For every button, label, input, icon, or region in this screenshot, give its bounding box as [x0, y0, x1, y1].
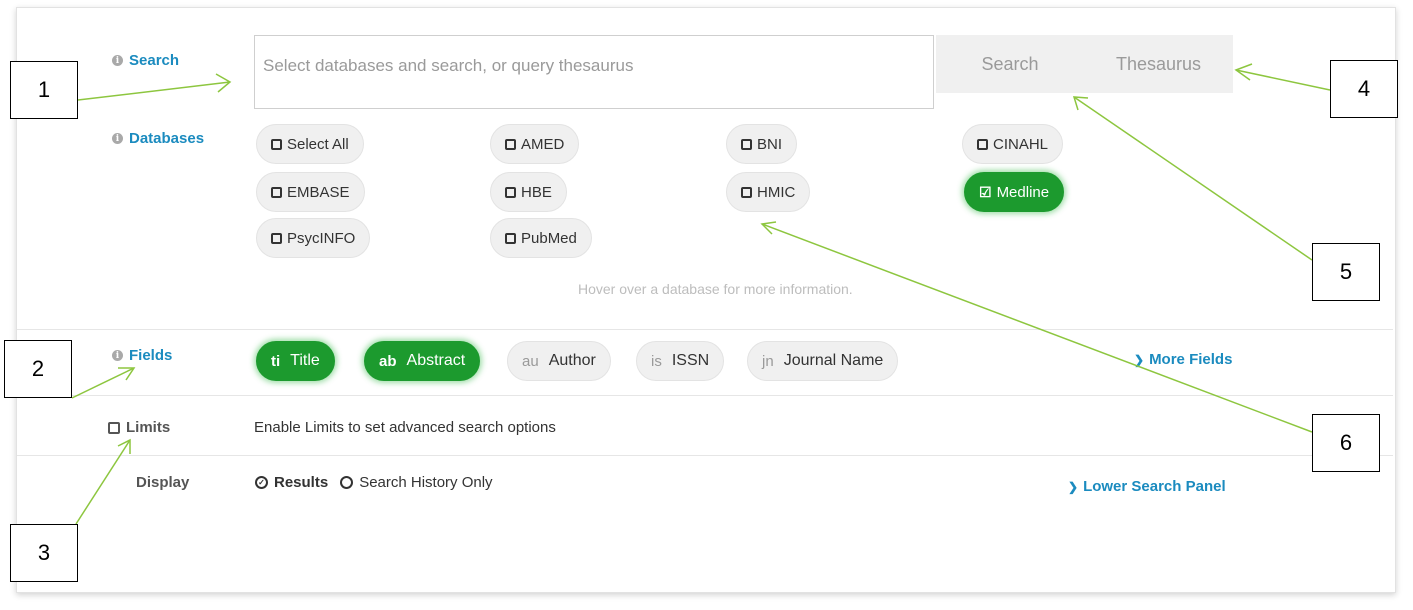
callout-2: 2 — [4, 340, 72, 398]
arrow-4 — [1235, 69, 1331, 91]
callout-1: 1 — [10, 61, 78, 119]
arrow-2 — [71, 367, 135, 399]
callout-3: 3 — [10, 524, 78, 582]
annotation-arrows — [71, 63, 1331, 525]
arrow-5 — [1073, 96, 1313, 261]
callout-5: 5 — [1312, 243, 1380, 301]
callout-4: 4 — [1330, 60, 1398, 118]
arrow-6 — [761, 223, 1313, 433]
arrow-1 — [77, 81, 231, 101]
callout-6: 6 — [1312, 414, 1380, 472]
arrow-3 — [75, 439, 131, 525]
